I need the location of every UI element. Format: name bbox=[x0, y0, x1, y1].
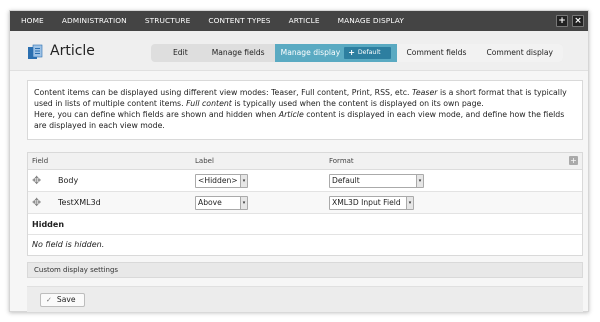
help-text: Content items can be displayed using dif… bbox=[27, 80, 583, 140]
label-select-value: Above bbox=[198, 198, 222, 207]
form-actions: ✓ Save bbox=[27, 286, 583, 312]
dropdown-arrow-icon: ▾ bbox=[406, 197, 413, 209]
page-header: Article Edit Manage fields Manage displa… bbox=[10, 31, 588, 71]
help-paragraph-2: Here, you can define which fields are sh… bbox=[34, 109, 576, 131]
help-emphasis: Article bbox=[278, 110, 304, 119]
page-title: Article bbox=[50, 43, 95, 59]
format-select[interactable]: XML3D Input Field ▾ bbox=[329, 196, 414, 210]
menu-article[interactable]: ARTICLE bbox=[280, 11, 329, 31]
format-select-value: Default bbox=[332, 176, 360, 185]
help-emphasis: Teaser bbox=[412, 88, 438, 97]
table-row: ✥ Body <Hidden> ▾ Default ▾ bbox=[28, 170, 582, 192]
sub-tab-default-label: Default bbox=[357, 49, 381, 56]
menu-content-types[interactable]: CONTENT TYPES bbox=[199, 11, 279, 31]
hidden-region-empty-message: No field is hidden. bbox=[32, 240, 105, 249]
help-paragraph-1: Content items can be displayed using dif… bbox=[34, 87, 576, 109]
drag-handle-icon[interactable]: ✥ bbox=[32, 197, 43, 208]
show-row-weights-icon[interactable]: + bbox=[569, 156, 578, 165]
hidden-region-title: Hidden bbox=[28, 214, 582, 235]
field-name: TestXML3d bbox=[58, 198, 101, 207]
help-emphasis: Full content bbox=[186, 99, 232, 108]
menu-home[interactable]: HOME bbox=[10, 11, 53, 31]
label-select[interactable]: Above ▾ bbox=[195, 196, 248, 210]
help-text-span: Content items can be displayed using dif… bbox=[34, 88, 413, 97]
add-shortcut-button[interactable]: + bbox=[556, 15, 568, 27]
column-header-label: Label bbox=[195, 157, 214, 165]
fields-table: Field Label Format + ✥ Body <Hidden> ▾ D… bbox=[27, 152, 583, 256]
menu-structure[interactable]: STRUCTURE bbox=[136, 11, 200, 31]
column-header-field: Field bbox=[32, 157, 49, 165]
content-type-icon bbox=[28, 44, 43, 59]
dropdown-arrow-icon: ▾ bbox=[416, 175, 423, 187]
admin-toolbar: HOME ADMINISTRATION STRUCTURE CONTENT TY… bbox=[10, 11, 588, 31]
column-header-format: Format bbox=[329, 157, 354, 165]
help-text-span: is typically used when the content is di… bbox=[231, 99, 484, 108]
save-button-label: Save bbox=[56, 295, 76, 304]
drag-handle-icon[interactable]: ✥ bbox=[32, 175, 43, 186]
tab-manage-display[interactable]: Manage display + Default bbox=[274, 44, 397, 62]
tab-edit[interactable]: Edit bbox=[151, 44, 202, 62]
check-icon: ✓ bbox=[46, 296, 52, 304]
tab-comment-display[interactable]: Comment display bbox=[476, 44, 564, 62]
help-text-span: Here, you can define which fields are sh… bbox=[34, 110, 279, 119]
format-select[interactable]: Default ▾ bbox=[329, 174, 424, 188]
menu-manage-display[interactable]: MANAGE DISPLAY bbox=[329, 11, 413, 31]
save-button[interactable]: ✓ Save bbox=[40, 293, 85, 307]
close-overlay-button[interactable]: × bbox=[572, 15, 584, 27]
plus-icon: + bbox=[348, 48, 355, 57]
label-select[interactable]: <Hidden> ▾ bbox=[195, 174, 248, 188]
format-select-value: XML3D Input Field bbox=[332, 198, 401, 207]
tab-comment-fields[interactable]: Comment fields bbox=[396, 44, 477, 62]
menu-administration[interactable]: ADMINISTRATION bbox=[53, 11, 136, 31]
dropdown-arrow-icon: ▾ bbox=[240, 175, 247, 187]
sub-tab-default[interactable]: + Default bbox=[344, 47, 391, 59]
table-row: ✥ TestXML3d Above ▾ XML3D Input Field ▾ bbox=[28, 192, 582, 214]
secondary-tabs: Edit Manage fields Manage display + Defa… bbox=[151, 44, 564, 62]
dropdown-arrow-icon: ▾ bbox=[240, 197, 247, 209]
label-select-value: <Hidden> bbox=[198, 176, 238, 185]
admin-window: HOME ADMINISTRATION STRUCTURE CONTENT TY… bbox=[9, 10, 589, 312]
tab-manage-display-label: Manage display bbox=[280, 48, 341, 57]
field-name: Body bbox=[58, 176, 79, 185]
tab-manage-fields[interactable]: Manage fields bbox=[202, 44, 275, 62]
table-header: Field Label Format + bbox=[28, 153, 582, 170]
custom-display-settings-toggle[interactable]: Custom display settings bbox=[27, 262, 583, 278]
